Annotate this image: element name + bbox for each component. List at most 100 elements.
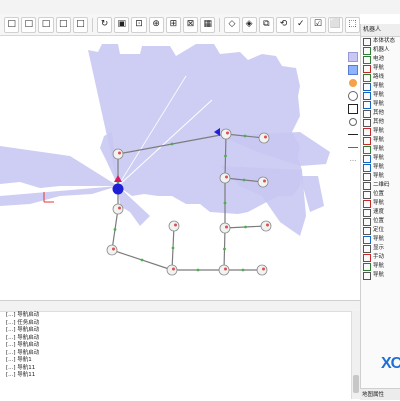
route-node[interactable] (257, 176, 269, 188)
map-properties-tab[interactable]: 地图属性 (360, 388, 400, 400)
map-canvas[interactable]: ··· (0, 36, 360, 300)
right-panel-item[interactable]: 导航 (361, 145, 400, 154)
right-panel-item[interactable]: 位置 (361, 217, 400, 226)
route-node[interactable] (256, 264, 268, 276)
checkbox-icon[interactable] (363, 244, 371, 253)
checkbox-icon[interactable] (363, 172, 371, 181)
checkbox-icon[interactable] (363, 271, 371, 280)
right-panel-item[interactable]: 导航 (361, 199, 400, 208)
right-panel-item[interactable]: 导航 (361, 91, 400, 100)
tool-20-button[interactable]: ⬚ (344, 16, 360, 33)
checkbox-icon[interactable] (363, 91, 371, 100)
checkbox-icon[interactable] (363, 190, 371, 199)
checkbox-icon[interactable] (363, 217, 371, 226)
tool-13-button[interactable]: ◇ (224, 16, 240, 33)
right-panel-item[interactable]: 导航 (361, 127, 400, 136)
edge-midpoint (223, 201, 227, 205)
checkbox-icon[interactable] (363, 118, 371, 127)
checkbox-icon[interactable] (363, 145, 371, 154)
right-panel-item-label: 导航 (373, 92, 385, 98)
right-panel-item[interactable]: 位置 (361, 190, 400, 199)
log-scrollbar-thumb[interactable] (353, 375, 359, 393)
tool-8-button[interactable]: ⊡ (131, 16, 147, 33)
right-panel-item[interactable]: 本体状态 (361, 37, 400, 46)
right-panel-item[interactable]: 电池 (361, 55, 400, 64)
checkbox-icon[interactable] (363, 226, 371, 235)
log-scrollbar[interactable] (351, 311, 360, 399)
right-panel-item[interactable]: 路线 (361, 73, 400, 82)
right-panel-item[interactable]: 导航 (361, 172, 400, 181)
right-panel-item[interactable]: 速度 (361, 208, 400, 217)
tool-4-button[interactable]: □ (55, 16, 71, 33)
checkbox-icon[interactable] (363, 127, 371, 136)
route-node[interactable] (220, 128, 232, 140)
right-panel-item[interactable]: 导航 (361, 235, 400, 244)
route-node[interactable] (218, 264, 230, 276)
right-panel-items[interactable]: 本体状态 机器人 电池 导航 路线 导航 导航 导航 其他 其他 导航 导航 导航 导航 导航 导航 二维码 位置… (361, 37, 400, 280)
right-panel-item[interactable]: 机器人 (361, 46, 400, 55)
route-node[interactable] (112, 148, 124, 160)
tool-6-button[interactable]: ↻ (96, 16, 113, 33)
right-panel-item[interactable]: 导航 (361, 262, 400, 271)
checkbox-icon[interactable] (363, 154, 371, 163)
route-node[interactable] (168, 220, 180, 232)
tool-11-button[interactable]: ⊠ (182, 16, 199, 33)
tool-3-button[interactable]: □ (38, 16, 54, 33)
right-panel-item[interactable]: 其他 (361, 109, 400, 118)
right-panel-item[interactable]: 导航 (361, 136, 400, 145)
right-panel-item[interactable]: 其他 (361, 118, 400, 127)
checkbox-icon[interactable] (363, 37, 371, 46)
tool-2-button[interactable]: □ (21, 16, 37, 33)
log-line: [...] 导航11 (6, 364, 36, 371)
checkbox-icon[interactable] (363, 181, 371, 190)
checkbox-icon[interactable] (363, 136, 371, 145)
tool-14-button[interactable]: ◈ (241, 16, 257, 33)
route-node[interactable] (219, 222, 231, 234)
checkbox-icon[interactable] (363, 109, 371, 118)
route-node[interactable] (112, 203, 124, 215)
checkbox-icon[interactable] (363, 73, 371, 82)
checkbox-icon[interactable] (363, 55, 371, 64)
checkbox-icon[interactable] (363, 199, 371, 208)
right-panel-item-label: 导航 (373, 164, 385, 170)
route-node[interactable] (166, 264, 178, 276)
tool-10-button[interactable]: ⊞ (165, 16, 181, 33)
right-panel-item[interactable]: 导航 (361, 163, 400, 172)
right-panel-item[interactable]: 定位 (361, 226, 400, 235)
route-node[interactable] (260, 220, 272, 232)
checkbox-icon[interactable] (363, 262, 371, 271)
route-node[interactable] (219, 172, 231, 184)
tool-12-button[interactable]: ▦ (200, 16, 216, 33)
checkbox-icon[interactable] (363, 235, 371, 244)
tool-5-button[interactable]: □ (72, 16, 89, 33)
checkbox-icon[interactable] (363, 163, 371, 172)
right-panel-item[interactable]: 导航 (361, 154, 400, 163)
tool-18-button[interactable]: ☑ (310, 16, 326, 33)
tool-16-button[interactable]: ⟲ (275, 16, 292, 33)
tool-9-button[interactable]: ⊕ (148, 16, 164, 33)
route-node[interactable] (258, 132, 270, 144)
tool-19-button[interactable]: ⬜ (327, 16, 343, 33)
right-panel-item[interactable]: 导航 (361, 100, 400, 109)
checkbox-icon[interactable] (363, 100, 371, 109)
tool-15-button[interactable]: ⧉ (258, 16, 274, 33)
route-node[interactable] (106, 244, 118, 256)
checkbox-icon[interactable] (363, 208, 371, 217)
checkbox-icon[interactable] (363, 46, 371, 55)
tool-1-button[interactable]: □ (4, 16, 20, 33)
right-panel-item[interactable]: 显示 (361, 244, 400, 253)
right-panel-item[interactable]: 导航 (361, 64, 400, 73)
right-panel-item-label: 导航 (373, 155, 385, 161)
tool-7-button[interactable]: ▣ (114, 16, 130, 33)
right-panel-item[interactable]: 导航 (361, 271, 400, 280)
checkbox-icon[interactable] (363, 253, 371, 262)
robot-body[interactable] (112, 183, 124, 195)
log-panel[interactable]: [...] 导航启动 [...] 任务启动 [...] 导航启动 [...] 导航启动… (0, 300, 360, 400)
right-panel-item[interactable]: 手动 (361, 253, 400, 262)
checkbox-icon[interactable] (363, 64, 371, 73)
checkbox-icon[interactable] (363, 82, 371, 91)
right-panel-item[interactable]: 导航 (361, 82, 400, 91)
right-panel[interactable]: 机器人 本体状态 机器人 电池 导航 路线 导航 导航 导航 其他 其他 导航 导航 导航 导航 导航 导航二… (360, 24, 400, 400)
right-panel-item[interactable]: 二维码 (361, 181, 400, 190)
tool-17-button[interactable]: ✓ (293, 16, 309, 33)
